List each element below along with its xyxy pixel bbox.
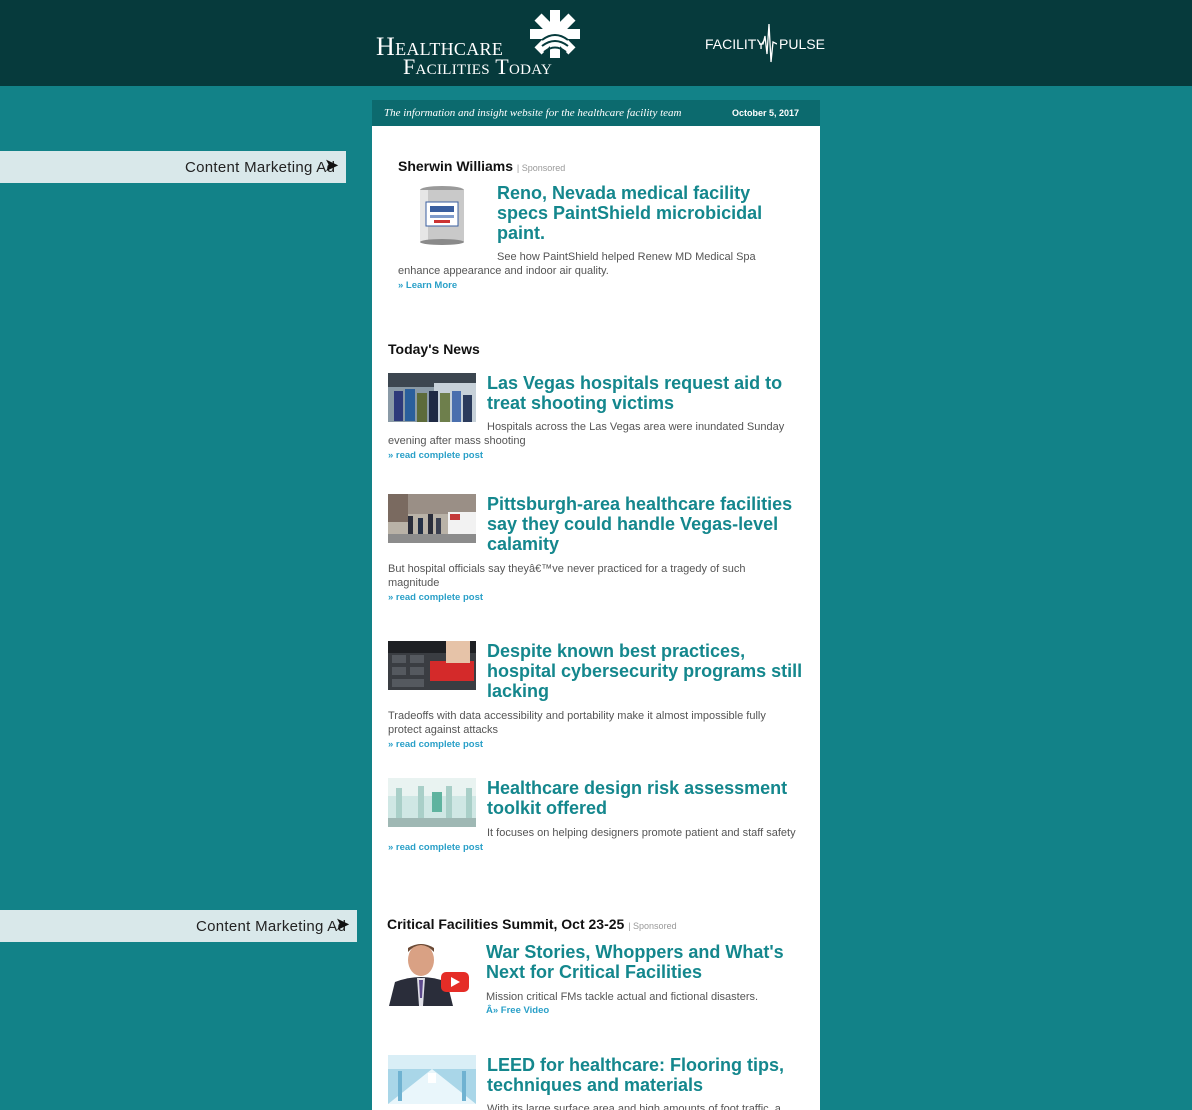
read-complete-post-link-2[interactable]: » read complete post bbox=[388, 592, 483, 603]
read-complete-post-link-1[interactable]: » read complete post bbox=[388, 450, 483, 461]
news-description-3: Tradeoffs with data accessibility and po… bbox=[388, 710, 766, 736]
ad-label: Content Marketing Ad bbox=[196, 918, 347, 935]
video-description: Mission critical FMs tackle actual and f… bbox=[486, 991, 759, 1003]
healthcare-facilities-today-logo[interactable]: Healthcare Facilities Today bbox=[376, 10, 606, 80]
pulse-right-text: PULSE bbox=[779, 36, 825, 52]
video-title[interactable]: War Stories, Whoppers and What's Next fo… bbox=[486, 942, 804, 982]
news-thumbnail-3[interactable] bbox=[388, 641, 476, 690]
sponsored-label: | Sponsored bbox=[628, 921, 677, 931]
content-marketing-ad-2[interactable]: Content Marketing Ad ➤ bbox=[0, 910, 357, 942]
news-description-2: But hospital officials say theyâ€™ve nev… bbox=[388, 563, 746, 589]
pulse-line-icon bbox=[759, 23, 777, 63]
newsletter-column: The information and insight website for … bbox=[372, 100, 820, 1110]
sponsored-article-title[interactable]: Reno, Nevada medical facility specs Pain… bbox=[497, 183, 797, 243]
news-title-5[interactable]: LEED for healthcare: Flooring tips, tech… bbox=[487, 1055, 802, 1095]
sponsor-heading-2: Critical Facilities Summit, Oct 23-25 | … bbox=[387, 916, 677, 932]
news-description-4: It focuses on helping designers promote … bbox=[487, 827, 796, 839]
news-title-1[interactable]: Las Vegas hospitals request aid to treat… bbox=[487, 373, 802, 413]
news-thumbnail-5[interactable] bbox=[388, 1055, 476, 1104]
news-thumbnail-1[interactable] bbox=[388, 373, 476, 422]
news-description-1: Hospitals across the Las Vegas area were… bbox=[388, 421, 785, 447]
todays-news-heading: Today's News bbox=[388, 341, 480, 357]
news-title-4[interactable]: Healthcare design risk assessment toolki… bbox=[487, 778, 802, 818]
logo-emblem-icon bbox=[530, 10, 580, 58]
video-thumbnail[interactable] bbox=[387, 940, 475, 1006]
news-thumbnail-2[interactable] bbox=[388, 494, 476, 543]
facility-pulse-logo[interactable]: FACILITY PULSE bbox=[705, 22, 830, 64]
news-title-3[interactable]: Despite known best practices, hospital c… bbox=[487, 641, 807, 701]
ad-label: Content Marketing Ad bbox=[185, 159, 336, 176]
sponsor-name: Critical Facilities Summit, Oct 23-25 bbox=[387, 916, 625, 932]
news-description-5: With its large surface area and high amo… bbox=[487, 1103, 781, 1110]
issue-date: October 5, 2017 bbox=[732, 108, 800, 118]
arrow-right-icon: ➤ bbox=[324, 155, 340, 175]
site-header: Healthcare Facilities Today FACILITY PUL… bbox=[0, 0, 1192, 86]
free-video-link[interactable]: Â» Free Video bbox=[486, 1005, 549, 1016]
read-complete-post-link-4[interactable]: » read complete post bbox=[388, 842, 483, 853]
learn-more-link[interactable]: » Learn More bbox=[398, 280, 457, 291]
sponsor-heading: Sherwin Williams | Sponsored bbox=[398, 158, 565, 174]
pulse-left-text: FACILITY bbox=[705, 36, 766, 52]
news-thumbnail-4[interactable] bbox=[388, 778, 476, 827]
sponsored-label: | Sponsored bbox=[516, 163, 566, 173]
arrow-right-icon: ➤ bbox=[335, 914, 351, 934]
sponsored-article-description: See how PaintShield helped Renew MD Medi… bbox=[398, 251, 756, 277]
tagline: The information and insight website for … bbox=[384, 107, 682, 119]
read-complete-post-link-3[interactable]: » read complete post bbox=[388, 739, 483, 750]
content-marketing-ad-1[interactable]: Content Marketing Ad ➤ bbox=[0, 151, 346, 183]
paint-can-image[interactable] bbox=[416, 184, 468, 246]
tagline-bar: The information and insight website for … bbox=[372, 100, 820, 126]
news-title-2[interactable]: Pittsburgh-area healthcare facilities sa… bbox=[487, 494, 802, 554]
sponsor-name: Sherwin Williams bbox=[398, 158, 514, 174]
